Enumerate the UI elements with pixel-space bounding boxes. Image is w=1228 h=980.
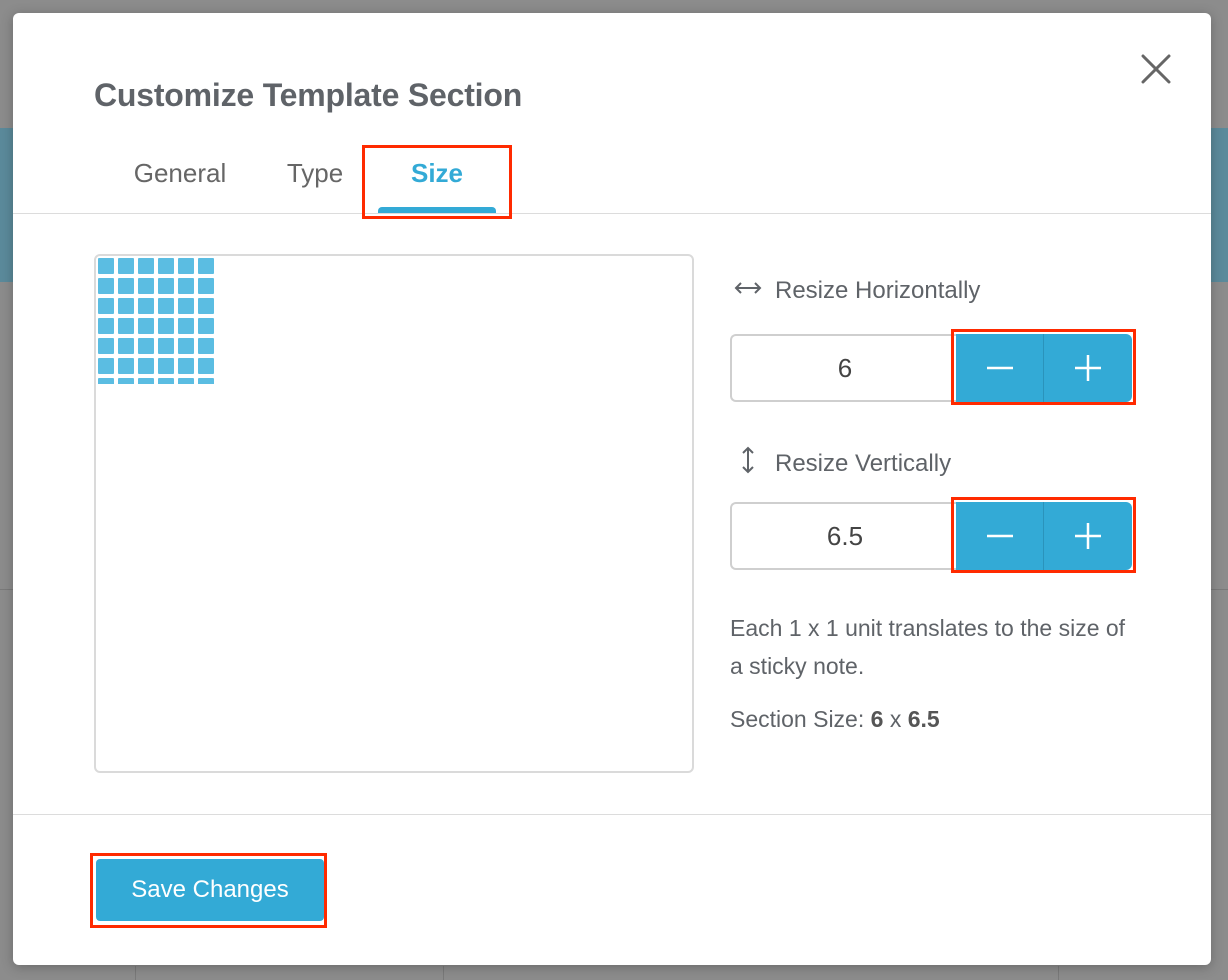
- grid-cell: [118, 278, 134, 294]
- grid-cell: [138, 278, 154, 294]
- grid-cell: [198, 338, 214, 354]
- backdrop-divider: [1058, 966, 1059, 980]
- tab-general[interactable]: General: [117, 143, 243, 213]
- resize-vertical-label-row: Resize Vertically: [733, 445, 951, 482]
- grid-cell: [138, 358, 154, 374]
- dialog-title: Customize Template Section: [94, 77, 523, 113]
- grid-cell: [98, 298, 114, 314]
- grid-cell: [118, 298, 134, 314]
- preview-grid: [98, 258, 216, 384]
- tabs-divider: [13, 213, 1211, 214]
- grid-cell: [118, 338, 134, 354]
- grid-cell: [118, 318, 134, 334]
- grid-cell: [98, 278, 114, 294]
- resize-horizontal-label: Resize Horizontally: [775, 277, 981, 304]
- grid-cell: [138, 258, 154, 274]
- grid-cell: [138, 318, 154, 334]
- grid-cell: [118, 258, 134, 274]
- grid-cell: [98, 338, 114, 354]
- grid-cell: [118, 378, 134, 384]
- unit-note: Each 1 x 1 unit translates to the size o…: [730, 615, 1126, 679]
- grid-cell: [158, 278, 174, 294]
- resize-horizontal-label-row: Resize Horizontally: [733, 277, 980, 305]
- section-size-preview: [94, 254, 694, 773]
- section-size-separator: x: [889, 706, 902, 732]
- minus-icon: [986, 366, 1013, 370]
- grid-cell: [178, 338, 194, 354]
- grid-cell: [158, 298, 174, 314]
- footer-divider: [13, 814, 1211, 815]
- plus-icon: [1075, 523, 1101, 549]
- section-size-height: 6.5: [907, 706, 940, 732]
- save-changes-button[interactable]: Save Changes: [96, 859, 324, 921]
- grid-cell: [98, 318, 114, 334]
- grid-cell: [178, 298, 194, 314]
- grid-cell: [178, 278, 194, 294]
- grid-cell: [158, 378, 174, 384]
- horizontal-value-field[interactable]: 6: [730, 334, 958, 402]
- grid-cell: [158, 318, 174, 334]
- customize-section-dialog: Customize Template Section General Type …: [13, 13, 1211, 965]
- vertical-decrease-button[interactable]: [956, 502, 1044, 570]
- vertical-arrows-icon: [733, 445, 763, 482]
- grid-cell: [198, 298, 214, 314]
- backdrop-divider: [135, 966, 136, 980]
- horizontal-stepper: 6: [730, 334, 1132, 402]
- horizontal-decrease-button[interactable]: [956, 334, 1044, 402]
- close-icon: [1141, 54, 1171, 84]
- section-size-label: Section Size:: [730, 706, 865, 732]
- grid-cell: [198, 358, 214, 374]
- minus-icon: [986, 534, 1013, 538]
- grid-cell: [198, 278, 214, 294]
- backdrop-divider: [443, 966, 444, 980]
- section-size-width: 6: [870, 706, 884, 732]
- grid-cell: [178, 258, 194, 274]
- vertical-value-field[interactable]: 6.5: [730, 502, 958, 570]
- grid-cell: [198, 318, 214, 334]
- plus-icon: [1075, 355, 1101, 381]
- grid-cell: [198, 378, 214, 384]
- close-button[interactable]: [1137, 50, 1175, 88]
- grid-cell: [158, 338, 174, 354]
- grid-cell: [98, 258, 114, 274]
- tab-type[interactable]: Type: [275, 143, 355, 213]
- grid-cell: [158, 358, 174, 374]
- grid-cell: [178, 318, 194, 334]
- section-size-readout: Section Size: 6 x 6.5: [730, 706, 940, 733]
- horizontal-arrows-icon: [733, 277, 763, 305]
- grid-cell: [138, 298, 154, 314]
- grid-cell: [138, 378, 154, 384]
- vertical-stepper: 6.5: [730, 502, 1132, 570]
- grid-cell: [138, 338, 154, 354]
- grid-cell: [178, 358, 194, 374]
- grid-cell: [98, 378, 114, 384]
- grid-cell: [158, 258, 174, 274]
- grid-cell: [198, 258, 214, 274]
- grid-cell: [98, 358, 114, 374]
- tab-size[interactable]: Size: [378, 143, 496, 213]
- tab-bar: General Type Size: [13, 143, 1211, 213]
- horizontal-increase-button[interactable]: [1044, 334, 1132, 402]
- vertical-increase-button[interactable]: [1044, 502, 1132, 570]
- resize-vertical-label: Resize Vertically: [775, 449, 952, 477]
- grid-cell: [178, 378, 194, 384]
- grid-cell: [118, 358, 134, 374]
